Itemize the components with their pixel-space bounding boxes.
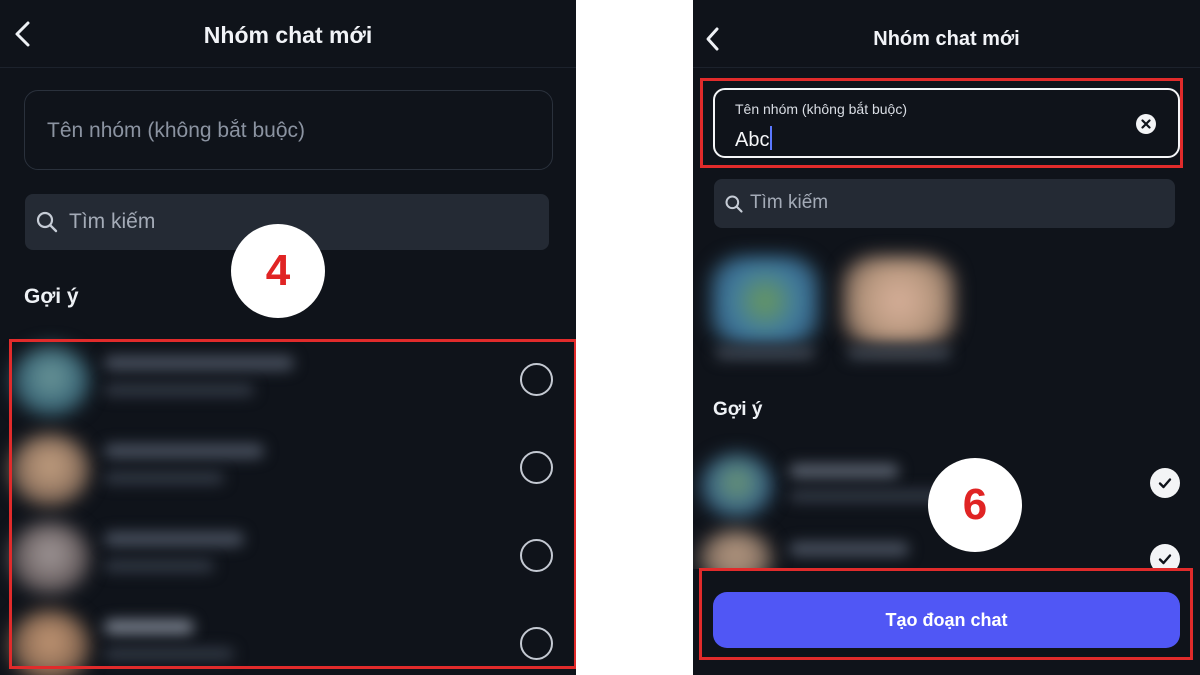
group-name-label: Tên nhóm (không bắt buộc) <box>735 101 907 117</box>
contact-row[interactable] <box>0 512 576 598</box>
group-name-value: Abc <box>735 129 770 151</box>
clear-icon[interactable] <box>1136 114 1156 134</box>
top-bar: Nhóm chat mới <box>0 0 576 68</box>
selected-contact-chip[interactable] <box>707 250 827 370</box>
checkmark-icon <box>1158 554 1172 565</box>
text-caret <box>770 126 773 150</box>
contact-subtitle <box>104 384 254 396</box>
contact-name <box>104 532 244 546</box>
select-radio[interactable] <box>520 627 553 660</box>
select-radio[interactable] <box>520 363 553 396</box>
contact-name <box>789 542 909 556</box>
step-badge-4: 4 <box>231 224 325 318</box>
top-bar: Nhóm chat mới <box>693 0 1200 68</box>
group-name-input[interactable] <box>47 115 527 147</box>
group-name-field[interactable]: Tên nhóm (không bắt buộc) Abc <box>713 88 1180 158</box>
search-icon <box>725 195 743 213</box>
create-chat-button[interactable]: Tạo đoạn chat <box>713 592 1180 648</box>
select-radio[interactable] <box>520 539 553 572</box>
avatar <box>12 346 90 416</box>
contact-subtitle <box>104 648 234 660</box>
contact-row[interactable] <box>0 424 576 510</box>
page-title: Nhóm chat mới <box>873 28 1020 50</box>
avatar <box>10 610 90 675</box>
search-bar[interactable] <box>714 179 1175 228</box>
section-label-suggestions: Gợi ý <box>24 285 79 308</box>
page-title: Nhóm chat mới <box>203 22 373 48</box>
section-label-suggestions: Gợi ý <box>713 399 763 420</box>
avatar <box>843 256 955 346</box>
contact-name <box>104 620 194 634</box>
avatar <box>10 434 90 506</box>
contact-name <box>104 444 264 458</box>
selected-contact-chip[interactable] <box>839 250 959 370</box>
group-name-field[interactable] <box>24 90 553 170</box>
contact-name <box>104 356 294 370</box>
search-icon <box>36 211 58 233</box>
avatar <box>10 522 90 594</box>
select-radio[interactable] <box>520 451 553 484</box>
contact-row[interactable] <box>0 600 576 675</box>
contact-name <box>715 346 815 360</box>
selected-check[interactable] <box>1150 468 1180 498</box>
contact-subtitle <box>104 472 224 484</box>
search-input[interactable] <box>750 189 1160 217</box>
checkmark-icon <box>1158 478 1172 489</box>
step-badge-6: 6 <box>928 458 1022 552</box>
contact-row[interactable] <box>0 336 576 422</box>
group-name-input[interactable]: Abc <box>735 126 773 152</box>
contact-name <box>789 464 899 478</box>
contact-subtitle <box>104 560 214 572</box>
contact-name <box>847 346 951 360</box>
avatar <box>701 454 773 518</box>
avatar <box>711 256 819 346</box>
right-screen: Nhóm chat mới Tên nhóm (không bắt buộc) … <box>693 0 1200 675</box>
left-screen: Nhóm chat mới Gợi ý 4 <box>0 0 576 675</box>
